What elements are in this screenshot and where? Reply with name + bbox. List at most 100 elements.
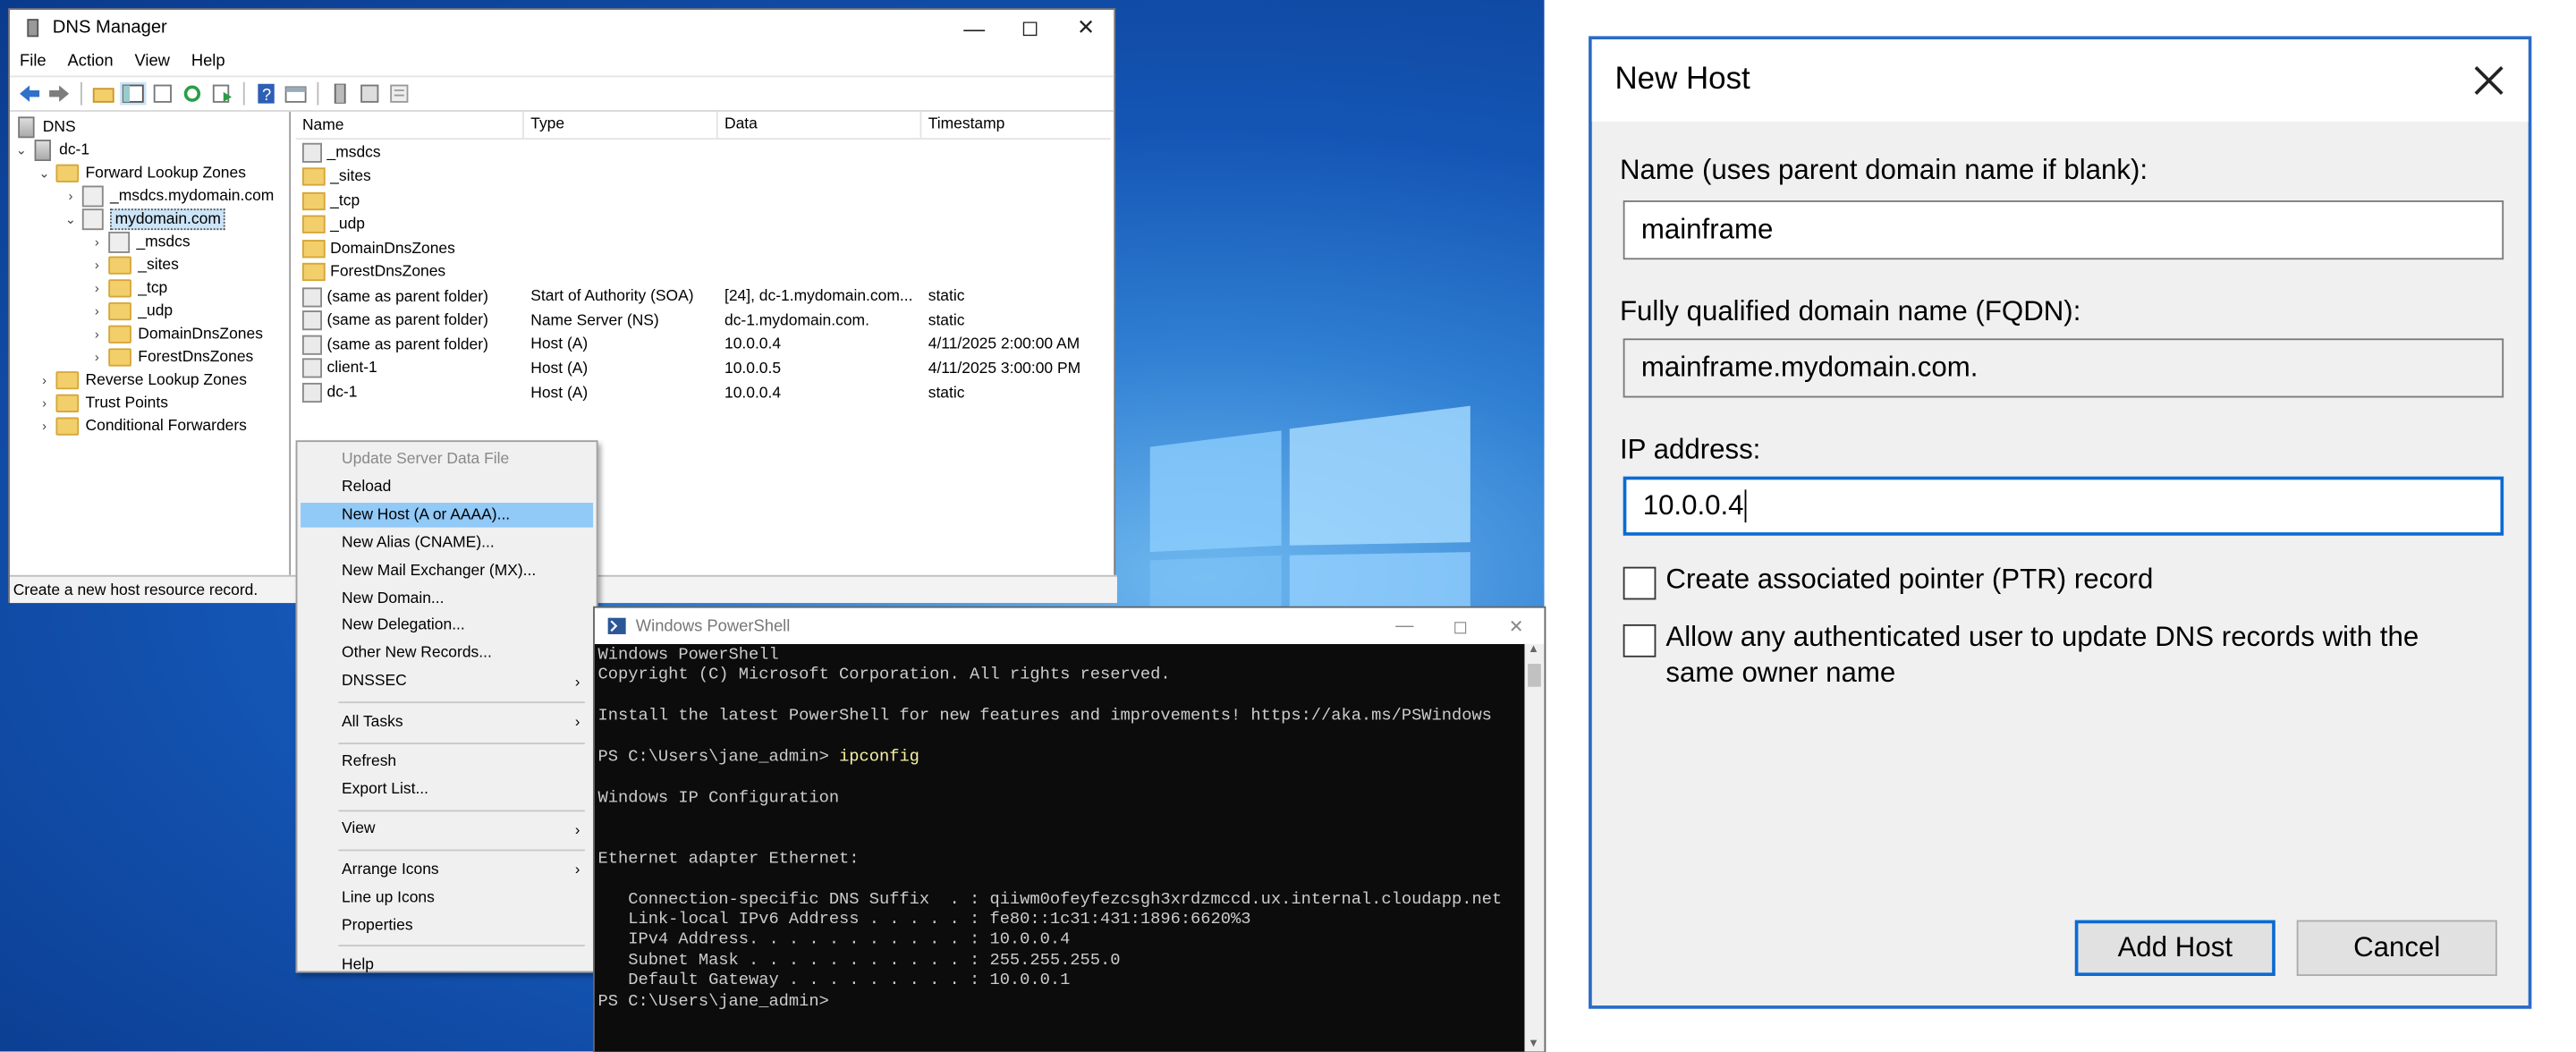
allow-update-label[interactable]: Allow any authenticated user to update D… [1665,619,2419,691]
minimize-button[interactable]: — [946,10,1002,46]
menu-help[interactable]: Help [191,52,225,70]
menu-item[interactable]: Help [301,953,593,978]
menu-item[interactable]: Line up Icons [301,885,593,910]
table-row[interactable]: dc-1 Host (A) 10.0.0.4 static [296,381,1111,404]
tree-node-dc-1[interactable]: ⌄ dc-1 [13,138,89,161]
cancel-button[interactable]: Cancel [2296,920,2497,976]
console-output[interactable]: Windows PowerShell Copyright (C) Microsof… [598,648,1519,1048]
tree-node-msdcs[interactable]: › _msdcs [89,230,191,253]
column-name[interactable]: Name [302,115,344,133]
cell-name-text: (same as parent folder) [326,311,488,330]
name-input[interactable]: mainframe [1623,200,2504,260]
dialog-titlebar[interactable]: New Host [1591,39,2529,122]
menu-item[interactable]: View › [301,817,593,842]
chevron-down-icon[interactable]: ⌄ [36,165,52,181]
table-row[interactable]: (same as parent folder) Name Server (NS) d… [296,310,1111,333]
ptr-record-label[interactable]: Create associated pointer (PTR) record [1665,562,2153,598]
table-row[interactable]: (same as parent folder) Host (A) 10.0.0.4 4… [296,333,1111,356]
close-button[interactable] [2450,39,2529,122]
scrollbar[interactable]: ▲ ▼ [1524,643,1545,1052]
menu-view[interactable]: View [134,52,169,70]
menu-item[interactable]: Properties [301,912,593,937]
tree-node-forestdnszones[interactable]: › ForestDnsZones [89,345,253,369]
chevron-down-icon[interactable]: ⌄ [63,211,79,226]
menu-item[interactable]: New Host (A or AAAA)... [301,502,594,528]
table-row[interactable]: _tcp [296,190,1111,213]
table-row[interactable]: ForestDnsZones [296,261,1111,284]
menu-item[interactable]: New Domain... [301,586,593,611]
menu-item[interactable]: New Alias (CNAME)... [301,530,593,556]
add-host-button[interactable]: Add Host [2074,920,2275,976]
menu-item[interactable]: DNSSEC › [301,669,593,694]
chevron-right-icon[interactable]: › [36,395,52,411]
back-arrow-icon[interactable] [16,82,42,106]
ptr-record-checkbox[interactable] [1623,566,1657,600]
chevron-right-icon[interactable]: › [89,327,105,342]
menu-file[interactable]: File [20,52,47,70]
column-type[interactable]: Type [522,111,564,139]
tree-node-tcp[interactable]: › _tcp [89,276,167,300]
tree-node-trust-points[interactable]: › Trust Points [36,391,168,414]
close-button[interactable]: ✕ [1058,10,1114,46]
menu-item[interactable]: New Mail Exchanger (MX)... [301,558,593,583]
chevron-down-icon[interactable]: ⌄ [13,142,30,157]
forward-arrow-icon[interactable] [46,82,72,106]
tree-node-udp[interactable]: › _udp [89,299,173,322]
records-icon[interactable] [386,82,412,106]
table-row[interactable]: _udp [296,213,1111,236]
ip-address-input[interactable]: 10.0.0.4 [1623,476,2504,536]
show-hide-tree-icon[interactable] [120,81,147,106]
chevron-right-icon[interactable]: › [89,303,105,318]
maximize-button[interactable]: ◻ [1433,608,1488,644]
chevron-right-icon[interactable]: › [89,234,105,250]
up-folder-icon[interactable] [90,82,116,106]
table-row[interactable]: (same as parent folder) Start of Authorit… [296,285,1111,309]
table-row[interactable]: _sites [296,165,1111,189]
menu-item[interactable]: Refresh [301,750,593,775]
status-text: Create a new host resource record. [13,581,258,599]
tree-node-mydomain[interactable]: ⌄ mydomain.com [63,207,226,230]
menu-item[interactable]: Arrange Icons › [301,857,593,882]
scrollbar-thumb[interactable] [1528,664,1541,687]
tree-node-conditional-forwarders[interactable]: › Conditional Forwarders [36,414,247,437]
tree-node-reverse-lookup-zones[interactable]: › Reverse Lookup Zones [36,368,247,391]
tree-node-forward-lookup-zones[interactable]: ⌄ Forward Lookup Zones [36,161,246,184]
dns-manager-titlebar[interactable]: DNS Manager — ◻ ✕ [10,10,1114,46]
chevron-right-icon[interactable]: › [63,188,79,203]
zone-properties-icon[interactable] [357,82,383,106]
table-row[interactable]: client-1 Host (A) 10.0.0.5 4/11/2025 3:00:0… [296,357,1111,380]
maximize-button[interactable]: ◻ [1002,10,1057,46]
minimize-button[interactable]: — [1377,608,1432,644]
table-row[interactable]: DomainDnsZones [296,237,1111,260]
column-data[interactable]: Data [716,111,758,139]
menu-item[interactable]: Update Server Data File [301,447,593,472]
allow-update-checkbox[interactable] [1623,624,1657,658]
chevron-right-icon[interactable]: › [36,418,52,433]
console-pane-icon[interactable] [283,82,309,106]
close-button[interactable]: ✕ [1488,608,1544,644]
export-list-icon[interactable] [208,82,234,106]
scroll-up-icon[interactable]: ▲ [1528,644,1539,656]
menu-item[interactable]: Other New Records... [301,641,593,666]
scroll-down-icon[interactable]: ▼ [1528,1039,1539,1050]
chevron-right-icon[interactable]: › [89,349,105,364]
menu-item[interactable]: Export List... [301,777,593,802]
server-icon[interactable] [327,82,353,106]
tree-node-msdcs-zone[interactable]: › _msdcs.mydomain.com [63,184,274,208]
powershell-titlebar[interactable]: Windows PowerShell — ◻ ✕ [594,607,1545,644]
tree-node-dns[interactable]: DNS [13,115,76,139]
table-row[interactable]: _msdcs [296,141,1111,165]
tree-node-sites[interactable]: › _sites [89,253,179,276]
menu-action[interactable]: Action [68,52,114,70]
tree-node-domaindnszones[interactable]: › DomainDnsZones [89,322,263,345]
column-timestamp[interactable]: Timestamp [919,111,1004,139]
help-icon[interactable]: ? [253,82,279,106]
chevron-right-icon[interactable]: › [36,372,52,387]
chevron-right-icon[interactable]: › [89,280,105,295]
chevron-right-icon[interactable]: › [89,257,105,272]
refresh-icon[interactable] [179,82,205,106]
menu-item[interactable]: New Delegation... [301,614,593,639]
menu-item[interactable]: All Tasks › [301,709,593,734]
properties-icon[interactable] [149,82,175,106]
menu-item[interactable]: Reload [301,475,593,500]
